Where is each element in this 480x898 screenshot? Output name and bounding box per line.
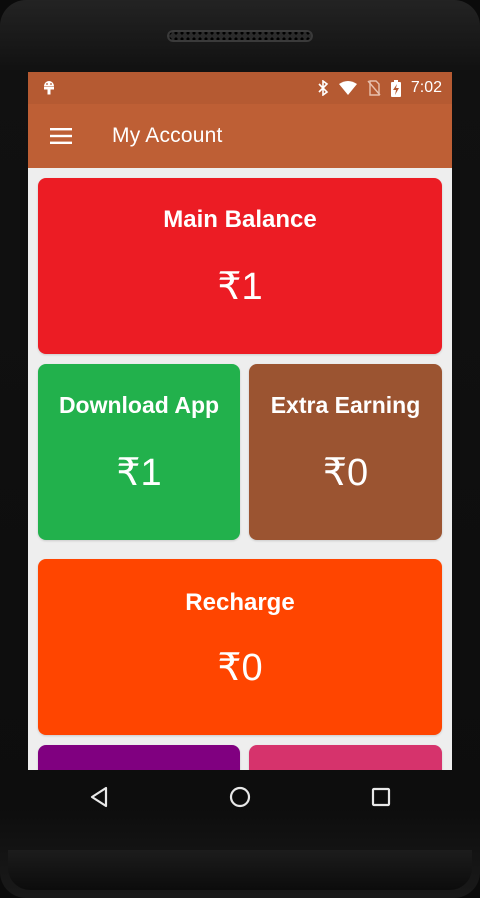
recents-icon[interactable]	[351, 770, 411, 824]
extra-earning-label: Extra Earning	[270, 392, 421, 418]
hamburger-menu-icon[interactable]	[28, 104, 94, 168]
speaker-grille	[167, 30, 313, 42]
status-bar: 7:02	[28, 72, 452, 104]
home-icon[interactable]	[210, 770, 270, 824]
page-title: My Account	[112, 124, 223, 147]
download-app-amount: ₹1	[116, 452, 162, 494]
back-icon[interactable]	[69, 770, 129, 824]
main-balance-amount: ₹1	[217, 266, 263, 308]
main-balance-label: Main Balance	[163, 206, 317, 233]
phone-frame: 7:02 My Account Main Balance ₹1 Download…	[0, 0, 480, 898]
pink-card-partial[interactable]	[249, 745, 442, 770]
app-bar: My Account	[28, 104, 452, 168]
status-time: 7:02	[410, 79, 442, 96]
extra-earning-amount: ₹0	[322, 452, 369, 494]
download-app-label: Download App	[58, 392, 220, 418]
android-debug-icon	[42, 79, 56, 95]
battery-charging-icon	[390, 79, 401, 97]
recharge-amount: ₹0	[217, 647, 263, 689]
navigation-bar	[28, 770, 452, 824]
purple-card-partial[interactable]	[38, 745, 240, 770]
bluetooth-icon	[317, 80, 329, 96]
screen: 7:02 My Account Main Balance ₹1 Download…	[28, 72, 452, 770]
bottom-bezel	[8, 850, 472, 890]
extra-earning-card[interactable]: Extra Earning ₹0	[249, 364, 442, 540]
download-app-card[interactable]: Download App ₹1	[38, 364, 240, 540]
recharge-card[interactable]: Recharge ₹0	[38, 559, 442, 735]
no-sim-icon	[367, 80, 381, 96]
wifi-icon	[338, 81, 357, 95]
recharge-label: Recharge	[185, 589, 295, 616]
main-balance-card[interactable]: Main Balance ₹1	[38, 178, 442, 354]
